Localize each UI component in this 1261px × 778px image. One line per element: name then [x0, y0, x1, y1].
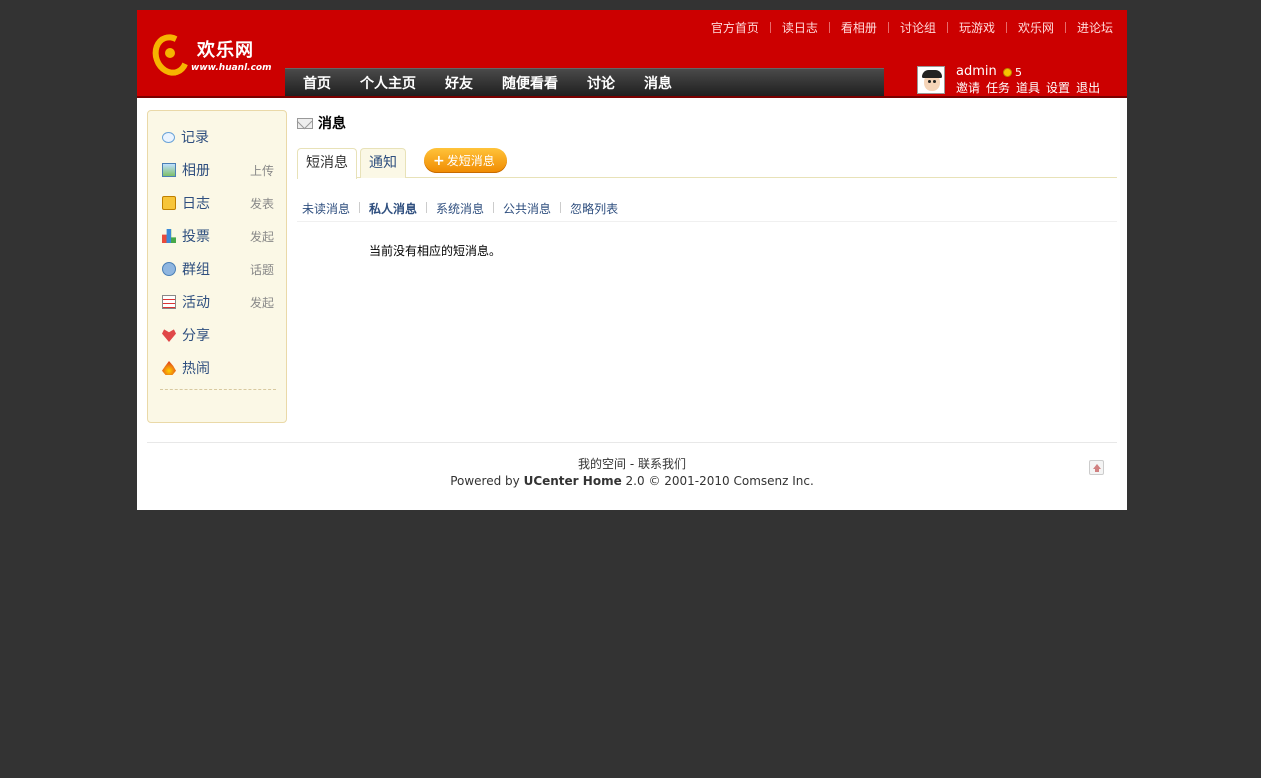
powered-suffix: 2.0 © 2001-2010 Comsenz Inc.: [625, 474, 814, 488]
sidebar-item-group[interactable]: 群组 话题: [162, 259, 274, 279]
main-content: 消息 短消息 通知 + 发短消息 未读消息 私人消息 系统消息 公共消息 忽略列…: [297, 110, 1117, 430]
sidebar-item-blog[interactable]: 日志 发表: [162, 193, 274, 213]
sidebar-item-label[interactable]: 热闹: [182, 358, 210, 378]
sidebar-item-label[interactable]: 日志: [182, 193, 210, 213]
top-nav: 官方首页 读日志 看相册 讨论组 玩游戏 欢乐网 进论坛: [700, 19, 1113, 36]
sidebar-item-poll[interactable]: 投票 发起: [162, 226, 274, 246]
footer-sep: -: [629, 457, 635, 471]
logo-dot-icon: [165, 48, 175, 58]
mainnav-profile[interactable]: 个人主页: [360, 73, 416, 93]
sidebar-action-start-event[interactable]: 发起: [250, 294, 274, 311]
send-message-label: 发短消息: [446, 154, 495, 168]
powered-brand[interactable]: UCenter Home: [524, 474, 622, 488]
avatar-hair-icon: [922, 70, 942, 78]
envelope-icon: [297, 117, 313, 129]
avatar-eye-icon: [933, 80, 936, 83]
sidebar-item-label[interactable]: 群组: [182, 259, 210, 279]
user-menu-tasks[interactable]: 任务: [986, 79, 1010, 96]
powered-by: Powered by UCenter Home 2.0 © 2001-2010 …: [137, 474, 1127, 488]
user-menu-settings[interactable]: 设置: [1046, 79, 1070, 96]
sidebar-divider: [160, 389, 276, 390]
avatar[interactable]: [917, 66, 945, 94]
mainnav-browse[interactable]: 随便看看: [502, 73, 558, 93]
tab-short-messages[interactable]: 短消息: [297, 148, 357, 179]
main-nav: 首页 个人主页 好友 随便看看 讨论 消息: [285, 68, 884, 97]
topnav-official-home[interactable]: 官方首页: [700, 19, 770, 36]
plus-icon: +: [433, 152, 445, 169]
footer-divider: [147, 442, 1117, 443]
topnav-forum[interactable]: 进论坛: [1066, 19, 1113, 36]
photo-icon: [162, 163, 176, 177]
filter-divider: [493, 202, 495, 213]
user-menu-logout[interactable]: 退出: [1076, 79, 1100, 96]
sidebar-item-label[interactable]: 分享: [182, 325, 210, 345]
sidebar-item-hot[interactable]: 热闹: [162, 358, 274, 378]
page-container: 欢乐网 www.huanl.com 官方首页 读日志 看相册 讨论组 玩游戏 欢…: [137, 10, 1127, 510]
page-title-text: 消息: [318, 116, 346, 132]
filter-unread[interactable]: 未读消息: [302, 200, 350, 217]
notepad-icon: [162, 196, 176, 210]
send-message-button[interactable]: + 发短消息: [424, 148, 507, 173]
sidebar-item-label[interactable]: 投票: [182, 226, 210, 246]
sidebar-item-record[interactable]: 记录: [162, 127, 274, 147]
sidebar-action-start-poll[interactable]: 发起: [250, 228, 274, 245]
filter-divider: [560, 202, 562, 213]
topnav-blogs[interactable]: 读日志: [771, 19, 829, 36]
back-to-top-icon[interactable]: [1089, 460, 1104, 475]
topnav-huanle[interactable]: 欢乐网: [1007, 19, 1065, 36]
logo-url: www.huanl.com: [191, 63, 272, 73]
heart-icon: [162, 329, 176, 342]
credit-badge: 5: [1003, 66, 1022, 79]
credit-count: 5: [1015, 66, 1022, 79]
site-logo[interactable]: 欢乐网 www.huanl.com: [146, 29, 272, 82]
coin-icon: [1003, 68, 1012, 77]
sidebar-action-topic[interactable]: 话题: [250, 261, 274, 278]
empty-message: 当前没有相应的短消息。: [369, 244, 502, 258]
message-tabs: 短消息 通知 + 发短消息: [297, 148, 1117, 179]
message-filter-nav: 未读消息 私人消息 系统消息 公共消息 忽略列表: [297, 200, 1117, 222]
sidebar-item-label[interactable]: 活动: [182, 292, 210, 312]
filter-divider: [359, 202, 361, 213]
mainnav-messages[interactable]: 消息: [644, 73, 672, 93]
footer-contact[interactable]: 联系我们: [638, 457, 686, 471]
header: 欢乐网 www.huanl.com 官方首页 读日志 看相册 讨论组 玩游戏 欢…: [137, 10, 1127, 98]
mainnav-friends[interactable]: 好友: [445, 73, 473, 93]
tab-notifications[interactable]: 通知: [360, 148, 406, 178]
flame-icon: [162, 361, 176, 375]
logo-name: 欢乐网: [197, 40, 254, 61]
filter-system[interactable]: 系统消息: [436, 200, 484, 217]
mainnav-home[interactable]: 首页: [303, 73, 331, 93]
user-menu-items[interactable]: 道具: [1016, 79, 1040, 96]
sidebar-item-event[interactable]: 活动 发起: [162, 292, 274, 312]
powered-prefix: Powered by: [450, 474, 520, 488]
filter-private[interactable]: 私人消息: [369, 200, 417, 217]
mainnav-discuss[interactable]: 讨论: [587, 73, 615, 93]
sidebar-item-share[interactable]: 分享: [162, 325, 274, 345]
topnav-games[interactable]: 玩游戏: [948, 19, 1006, 36]
sidebar-item-album[interactable]: 相册 上传: [162, 160, 274, 180]
calendar-icon: [162, 295, 176, 309]
sidebar-action-post[interactable]: 发表: [250, 195, 274, 212]
footer-links: 我的空间 - 联系我们: [137, 455, 1127, 472]
bar-chart-icon: [162, 229, 176, 243]
topnav-groups[interactable]: 讨论组: [889, 19, 947, 36]
topnav-albums[interactable]: 看相册: [830, 19, 888, 36]
user-menu-invite[interactable]: 邀请: [956, 79, 980, 96]
page-title: 消息: [297, 113, 346, 133]
username[interactable]: admin: [956, 64, 997, 79]
user-menu: 邀请 任务 道具 设置 退出: [956, 79, 1106, 96]
speech-bubble-icon: [162, 131, 175, 143]
avatar-eye-icon: [928, 80, 931, 83]
filter-public[interactable]: 公共消息: [503, 200, 551, 217]
sidebar: 记录 相册 上传 日志 发表 投票 发起 群组 话题 活动 发起 分享 热闹: [147, 110, 287, 423]
sidebar-item-label[interactable]: 相册: [182, 160, 210, 180]
filter-divider: [426, 202, 428, 213]
sidebar-action-upload[interactable]: 上传: [250, 162, 274, 179]
group-icon: [162, 262, 176, 276]
footer-my-space[interactable]: 我的空间: [578, 457, 626, 471]
header-divider: [137, 96, 1127, 98]
sidebar-item-label[interactable]: 记录: [181, 127, 209, 147]
filter-ignore-list[interactable]: 忽略列表: [570, 200, 618, 217]
